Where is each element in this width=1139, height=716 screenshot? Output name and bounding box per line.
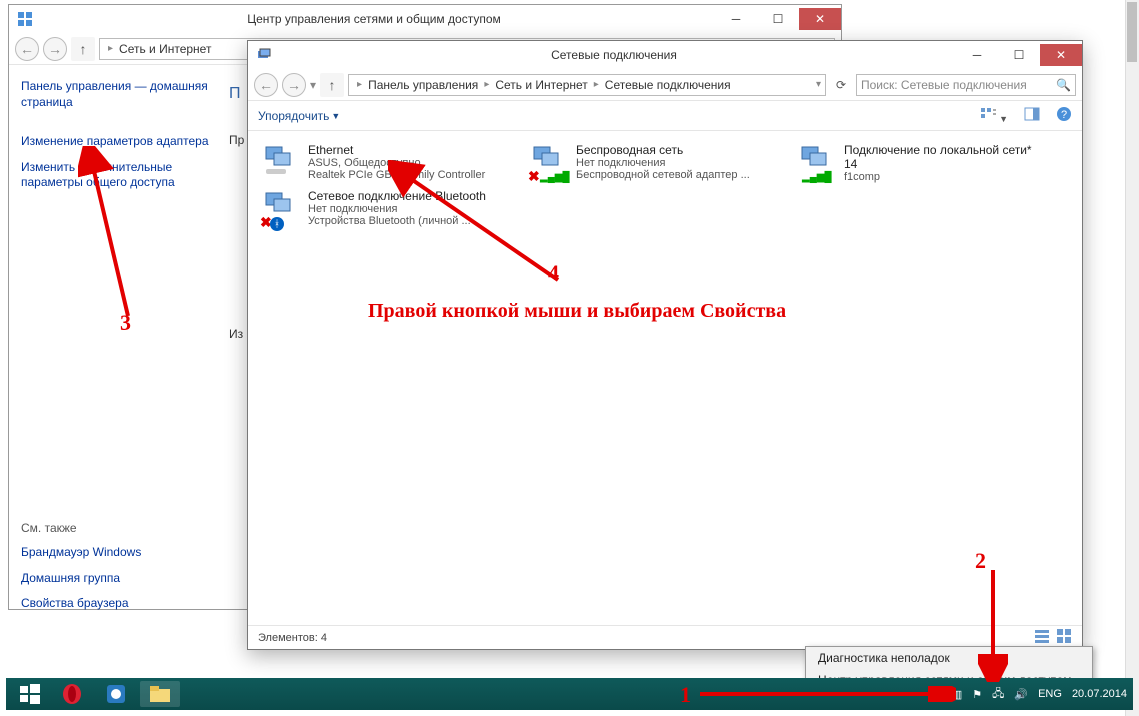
maximize-button[interactable]: ☐ bbox=[757, 8, 799, 30]
tray-language[interactable]: ENG bbox=[1038, 688, 1062, 700]
sidebar-link-firewall[interactable]: Брандмауэр Windows bbox=[21, 545, 217, 561]
minimize-button[interactable]: ─ bbox=[956, 44, 998, 66]
bluetooth-badge-icon: ᚼ bbox=[270, 217, 284, 231]
connection-name: Сетевое подключение Bluetooth bbox=[308, 189, 486, 203]
disconnected-overlay-icon: ✖ bbox=[528, 168, 540, 185]
close-button[interactable]: ✕ bbox=[799, 8, 841, 30]
annotation-hint: Правой кнопкой мыши и выбираем Свойства bbox=[368, 300, 786, 323]
taskbar: ▥ ⚑ 🖧 🔊 ENG 20.07.2014 bbox=[6, 678, 1133, 710]
window-title: Центр управления сетями и общим доступом bbox=[33, 12, 715, 26]
connection-name: Подключение по локальной сети* 14 bbox=[844, 143, 1048, 171]
connection-lan14[interactable]: ▂▄▆█ Подключение по локальной сети* 14 f… bbox=[798, 143, 1048, 183]
scrollbar-thumb[interactable] bbox=[1127, 2, 1137, 62]
organize-button[interactable]: Упорядочить ▼ bbox=[258, 109, 340, 123]
nav-up-button[interactable]: ↑ bbox=[320, 73, 344, 97]
search-icon: 🔍 bbox=[1056, 78, 1071, 92]
item-count: Элементов: 4 bbox=[258, 632, 327, 644]
sidebar-see-also: См. также bbox=[21, 521, 217, 535]
sidebar-link-browser[interactable]: Свойства браузера bbox=[21, 596, 217, 612]
connection-wireless[interactable]: ✖ ▂▄▆█ Беспроводная сеть Нет подключения… bbox=[530, 143, 780, 183]
connection-name: Ethernet bbox=[308, 143, 485, 157]
titlebar: Сетевые подключения ─ ☐ ✕ bbox=[248, 41, 1082, 69]
heading-fragment: П bbox=[229, 85, 244, 103]
refresh-button[interactable]: ⟳ bbox=[830, 74, 852, 96]
connection-status: Нет подключения bbox=[308, 203, 486, 215]
help-icon[interactable]: ? bbox=[1056, 106, 1072, 125]
sidebar-link-homegroup[interactable]: Домашняя группа bbox=[21, 571, 217, 587]
app-icon bbox=[256, 47, 272, 63]
tray-app-icon[interactable]: ▥ bbox=[952, 688, 962, 701]
main-back-content: П Пр Из bbox=[229, 85, 244, 341]
address-bar[interactable]: ▸ Панель управления ▸ Сеть и Интернет ▸ … bbox=[348, 74, 826, 96]
connection-device: Устройства Bluetooth (личной ... bbox=[308, 215, 486, 227]
addressbar-dropdown[interactable]: ▾ bbox=[816, 79, 821, 90]
details-view-icon[interactable] bbox=[1034, 628, 1050, 647]
breadcrumb-connections[interactable]: Сетевые подключения bbox=[603, 78, 733, 92]
annotation-number-2: 2 bbox=[975, 548, 986, 574]
sidebar-link-home[interactable]: Панель управления — домашняя страница bbox=[21, 79, 217, 110]
page-scrollbar[interactable] bbox=[1125, 0, 1139, 716]
annotation-number-1: 1 bbox=[680, 682, 691, 708]
connection-name: Беспроводная сеть bbox=[576, 143, 750, 157]
ethernet-icon bbox=[262, 143, 302, 183]
svg-text:?: ? bbox=[1061, 109, 1067, 121]
minimize-button[interactable]: ─ bbox=[715, 8, 757, 30]
lan-icon: ▂▄▆█ bbox=[798, 143, 838, 183]
connection-status: ASUS, Общедоступно bbox=[308, 157, 485, 169]
connection-bluetooth[interactable]: ✖ ᚼ Сетевое подключение Bluetooth Нет по… bbox=[262, 189, 512, 229]
start-button[interactable] bbox=[12, 681, 48, 707]
nav-up-button[interactable]: ↑ bbox=[71, 37, 95, 61]
maximize-button[interactable]: ☐ bbox=[998, 44, 1040, 66]
connection-ethernet[interactable]: Ethernet ASUS, Общедоступно Realtek PCIe… bbox=[262, 143, 512, 183]
sidebar: Панель управления — домашняя страница Из… bbox=[9, 65, 229, 636]
tray-flag-icon[interactable]: ⚑ bbox=[972, 688, 982, 701]
preview-pane-icon[interactable] bbox=[1024, 106, 1040, 125]
taskbar-settings[interactable] bbox=[96, 681, 136, 707]
window-title: Сетевые подключения bbox=[272, 48, 956, 62]
tray-date[interactable]: 20.07.2014 bbox=[1072, 688, 1127, 700]
nav-back-button[interactable]: ← bbox=[254, 73, 278, 97]
menu-diagnose[interactable]: Диагностика неполадок bbox=[806, 647, 1092, 669]
nav-back-button[interactable]: ← bbox=[15, 37, 39, 61]
view-menu-icon[interactable]: ▼ bbox=[980, 106, 1008, 125]
tiles-view-icon[interactable] bbox=[1056, 628, 1072, 647]
nav-forward-button[interactable]: → bbox=[43, 37, 67, 61]
toolbar: Упорядочить ▼ ▼ ? bbox=[248, 101, 1082, 131]
text-fragment-2: Из bbox=[229, 327, 244, 341]
connection-device: Беспроводной сетевой адаптер ... bbox=[576, 169, 750, 181]
breadcrumb-control-panel[interactable]: Панель управления bbox=[366, 78, 480, 92]
connection-device: Realtek PCIe GBE Family Controller bbox=[308, 169, 485, 181]
wireless-icon: ✖ ▂▄▆█ bbox=[530, 143, 570, 183]
breadcrumb-sep: ▸ bbox=[108, 43, 113, 54]
connection-device: f1comp bbox=[844, 171, 1048, 183]
search-placeholder: Поиск: Сетевые подключения bbox=[861, 78, 1027, 92]
tray-volume-icon[interactable]: 🔊 bbox=[1014, 688, 1028, 701]
titlebar: Центр управления сетями и общим доступом… bbox=[9, 5, 841, 33]
annotation-number-3: 3 bbox=[120, 310, 131, 336]
nav-row: ← → ▾ ↑ ▸ Панель управления ▸ Сеть и Инт… bbox=[248, 69, 1082, 101]
signal-bars-icon: ▂▄▆█ bbox=[802, 172, 832, 183]
app-icon bbox=[17, 11, 33, 27]
sidebar-link-adapter[interactable]: Изменение параметров адаптера bbox=[21, 134, 217, 150]
breadcrumb-network[interactable]: Сеть и Интернет bbox=[493, 78, 589, 92]
close-button[interactable]: ✕ bbox=[1040, 44, 1082, 66]
signal-bars-icon: ▂▄▆█ bbox=[540, 172, 570, 183]
breadcrumb-seg[interactable]: Сеть и Интернет bbox=[117, 42, 213, 56]
connections-area: Ethernet ASUS, Общедоступно Realtek PCIe… bbox=[248, 133, 1082, 625]
window-network-connections: Сетевые подключения ─ ☐ ✕ ← → ▾ ↑ ▸ Пане… bbox=[247, 40, 1083, 650]
taskbar-explorer[interactable] bbox=[140, 681, 180, 707]
bluetooth-icon: ✖ ᚼ bbox=[262, 189, 302, 229]
taskbar-opera[interactable] bbox=[52, 681, 92, 707]
annotation-number-4: 4 bbox=[548, 260, 559, 286]
connection-status: Нет подключения bbox=[576, 157, 750, 169]
nav-forward-button[interactable]: → bbox=[282, 73, 306, 97]
sidebar-link-shared[interactable]: Изменить дополнительные параметры общего… bbox=[21, 160, 217, 191]
search-input[interactable]: Поиск: Сетевые подключения 🔍 bbox=[856, 74, 1076, 96]
text-fragment: Пр bbox=[229, 133, 244, 147]
tray-network-icon[interactable]: 🖧 bbox=[992, 685, 1004, 704]
